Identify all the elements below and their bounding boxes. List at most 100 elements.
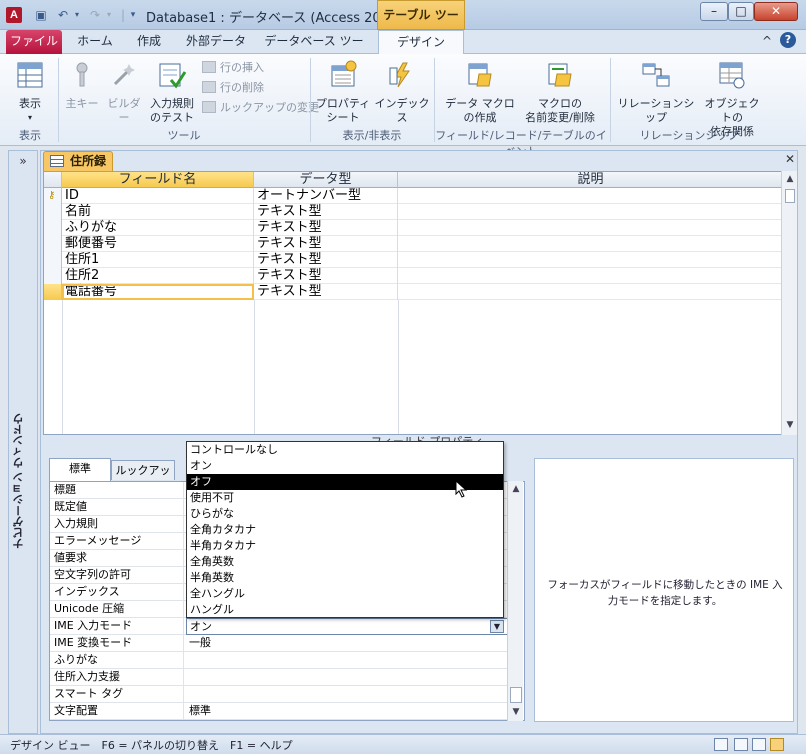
tab-home[interactable]: ホーム bbox=[72, 30, 118, 54]
ime-mode-dropdown-list[interactable]: コントロールなし オン オフ 使用不可 ひらがな 全角カタカナ 半角カタカナ 全… bbox=[186, 441, 504, 618]
save-icon[interactable]: ▣ bbox=[34, 8, 48, 22]
data-type-cell[interactable]: テキスト型 bbox=[254, 252, 398, 268]
data-type-cell[interactable]: オートナンバー型 bbox=[254, 188, 398, 204]
description-cell[interactable] bbox=[398, 204, 782, 220]
group-show-hide-label: 表示/非表示 bbox=[342, 129, 402, 142]
dropdown-option[interactable]: ひらがな bbox=[187, 506, 503, 522]
table-row[interactable]: ふりがな テキスト型 bbox=[44, 220, 782, 236]
description-cell[interactable] bbox=[398, 284, 782, 300]
tab-external-data[interactable]: 外部データ bbox=[180, 30, 252, 54]
dropdown-option[interactable]: 全ハングル bbox=[187, 586, 503, 602]
row-selector[interactable] bbox=[44, 220, 62, 236]
grid-line bbox=[398, 300, 399, 434]
data-type-cell[interactable]: テキスト型 bbox=[254, 220, 398, 236]
property-row-smart-tags[interactable]: スマート タグ bbox=[50, 686, 508, 703]
ime-mode-select[interactable]: オン ▼ bbox=[186, 618, 508, 635]
dropdown-option[interactable]: オン bbox=[187, 458, 503, 474]
table-row[interactable]: 名前 テキスト型 bbox=[44, 204, 782, 220]
property-row-ime-mode[interactable]: IME 入力モード オン ▼ bbox=[50, 618, 508, 635]
pivot-chart-view-icon[interactable] bbox=[752, 738, 766, 751]
table-row[interactable]: 郵便番号 テキスト型 bbox=[44, 236, 782, 252]
scroll-down-icon[interactable]: ▼ bbox=[508, 704, 524, 720]
field-name-cell[interactable]: 電話番号 bbox=[62, 284, 254, 300]
navigation-pane[interactable]: » ナビゲーション ウィンドウ bbox=[8, 150, 38, 734]
customize-quick-access-icon[interactable]: ▾ bbox=[126, 8, 140, 22]
properties-scrollbar[interactable]: ▲ ▼ bbox=[507, 481, 523, 721]
close-document-icon[interactable]: ✕ bbox=[783, 152, 797, 166]
dropdown-option[interactable]: 全角カタカナ bbox=[187, 522, 503, 538]
builder-icon bbox=[113, 64, 135, 86]
field-name-cell[interactable]: 郵便番号 bbox=[62, 236, 254, 252]
row-selector[interactable] bbox=[44, 284, 62, 300]
scroll-up-icon[interactable]: ▲ bbox=[508, 481, 524, 497]
row-selector[interactable] bbox=[44, 252, 62, 268]
navigation-pane-label[interactable]: ナビゲーション ウィンドウ bbox=[11, 381, 35, 581]
document-tab-address-book[interactable]: 住所録 bbox=[43, 151, 113, 171]
nav-expand-icon[interactable]: » bbox=[9, 151, 37, 173]
indexes-button[interactable]: インデックス bbox=[374, 60, 430, 125]
dropdown-option[interactable]: コントロールなし bbox=[187, 442, 503, 458]
row-selector[interactable] bbox=[44, 268, 62, 284]
dropdown-option[interactable]: 半角英数 bbox=[187, 570, 503, 586]
scroll-thumb[interactable] bbox=[510, 687, 522, 703]
rename-delete-macro-button[interactable]: マクロの 名前変更/削除 bbox=[522, 60, 598, 125]
property-row-text-align[interactable]: 文字配置 標準 bbox=[50, 703, 508, 720]
description-cell[interactable] bbox=[398, 252, 782, 268]
table-row[interactable]: ⚷ ID オートナンバー型 bbox=[44, 188, 782, 204]
help-icon[interactable]: ? bbox=[780, 32, 796, 48]
row-selector[interactable] bbox=[44, 236, 62, 252]
data-type-cell[interactable]: テキスト型 bbox=[254, 236, 398, 252]
relationships-button[interactable]: リレーションシップ bbox=[614, 60, 698, 125]
dropdown-option[interactable]: 半角カタカナ bbox=[187, 538, 503, 554]
grid-vertical-scrollbar[interactable]: ▲ ▼ bbox=[781, 171, 797, 435]
undo-dropdown-icon[interactable]: ▾ bbox=[70, 8, 84, 22]
row-selector[interactable]: ⚷ bbox=[44, 188, 62, 204]
property-row-furigana[interactable]: ふりがな bbox=[50, 652, 508, 669]
data-type-cell[interactable]: テキスト型 bbox=[254, 284, 398, 300]
scroll-thumb[interactable] bbox=[785, 189, 795, 203]
pivot-table-view-icon[interactable] bbox=[734, 738, 748, 751]
table-row-active[interactable]: 電話番号 テキスト型 bbox=[44, 284, 782, 300]
field-name-cell[interactable]: ID bbox=[62, 188, 254, 204]
create-data-macros-button[interactable]: データ マクロ の作成 bbox=[440, 60, 520, 125]
minimize-button[interactable]: – bbox=[700, 2, 728, 21]
test-validation-rules-button[interactable]: 入力規則 のテスト bbox=[146, 60, 198, 125]
view-button[interactable]: 表示 ▾ bbox=[8, 60, 52, 125]
description-cell[interactable] bbox=[398, 188, 782, 204]
dropdown-option[interactable]: ハングル bbox=[187, 602, 503, 618]
tab-file[interactable]: ファイル bbox=[6, 30, 62, 54]
dropdown-option[interactable]: 全角英数 bbox=[187, 554, 503, 570]
grid-line bbox=[254, 300, 255, 434]
description-cell[interactable] bbox=[398, 236, 782, 252]
close-button[interactable]: ✕ bbox=[754, 2, 798, 21]
grid-corner[interactable] bbox=[44, 172, 62, 188]
field-name-cell[interactable]: 名前 bbox=[62, 204, 254, 220]
scroll-up-icon[interactable]: ▲ bbox=[782, 171, 798, 187]
access-app-icon[interactable]: A bbox=[6, 7, 22, 23]
property-sheet-button[interactable]: プロパティ シート bbox=[314, 60, 372, 125]
field-name-cell[interactable]: 住所2 bbox=[62, 268, 254, 284]
design-view-icon[interactable] bbox=[770, 738, 784, 751]
tab-create[interactable]: 作成 bbox=[126, 30, 172, 54]
minimize-ribbon-icon[interactable]: ^ bbox=[762, 34, 772, 48]
table-row[interactable]: 住所2 テキスト型 bbox=[44, 268, 782, 284]
maximize-button[interactable]: □ bbox=[728, 2, 754, 21]
scroll-down-icon[interactable]: ▼ bbox=[782, 417, 798, 433]
row-selector[interactable] bbox=[44, 204, 62, 220]
property-row-ime-sentence-mode[interactable]: IME 変換モード 一般 bbox=[50, 635, 508, 652]
description-cell[interactable] bbox=[398, 268, 782, 284]
dropdown-arrow-icon[interactable]: ▼ bbox=[490, 620, 504, 633]
data-type-cell[interactable]: テキスト型 bbox=[254, 268, 398, 284]
tab-general[interactable]: 標準 bbox=[49, 458, 111, 481]
table-row[interactable]: 住所1 テキスト型 bbox=[44, 252, 782, 268]
property-row-postal-address[interactable]: 住所入力支援 bbox=[50, 669, 508, 686]
tab-database-tools[interactable]: データベース ツール bbox=[260, 30, 368, 70]
datasheet-view-icon[interactable] bbox=[714, 738, 728, 751]
undo-icon[interactable]: ↶ bbox=[56, 8, 70, 22]
tab-design[interactable]: デザイン bbox=[378, 30, 464, 55]
field-name-cell[interactable]: ふりがな bbox=[62, 220, 254, 236]
field-name-cell[interactable]: 住所1 bbox=[62, 252, 254, 268]
description-cell[interactable] bbox=[398, 220, 782, 236]
data-type-cell[interactable]: テキスト型 bbox=[254, 204, 398, 220]
tab-lookup[interactable]: ルックアップ bbox=[111, 460, 175, 497]
